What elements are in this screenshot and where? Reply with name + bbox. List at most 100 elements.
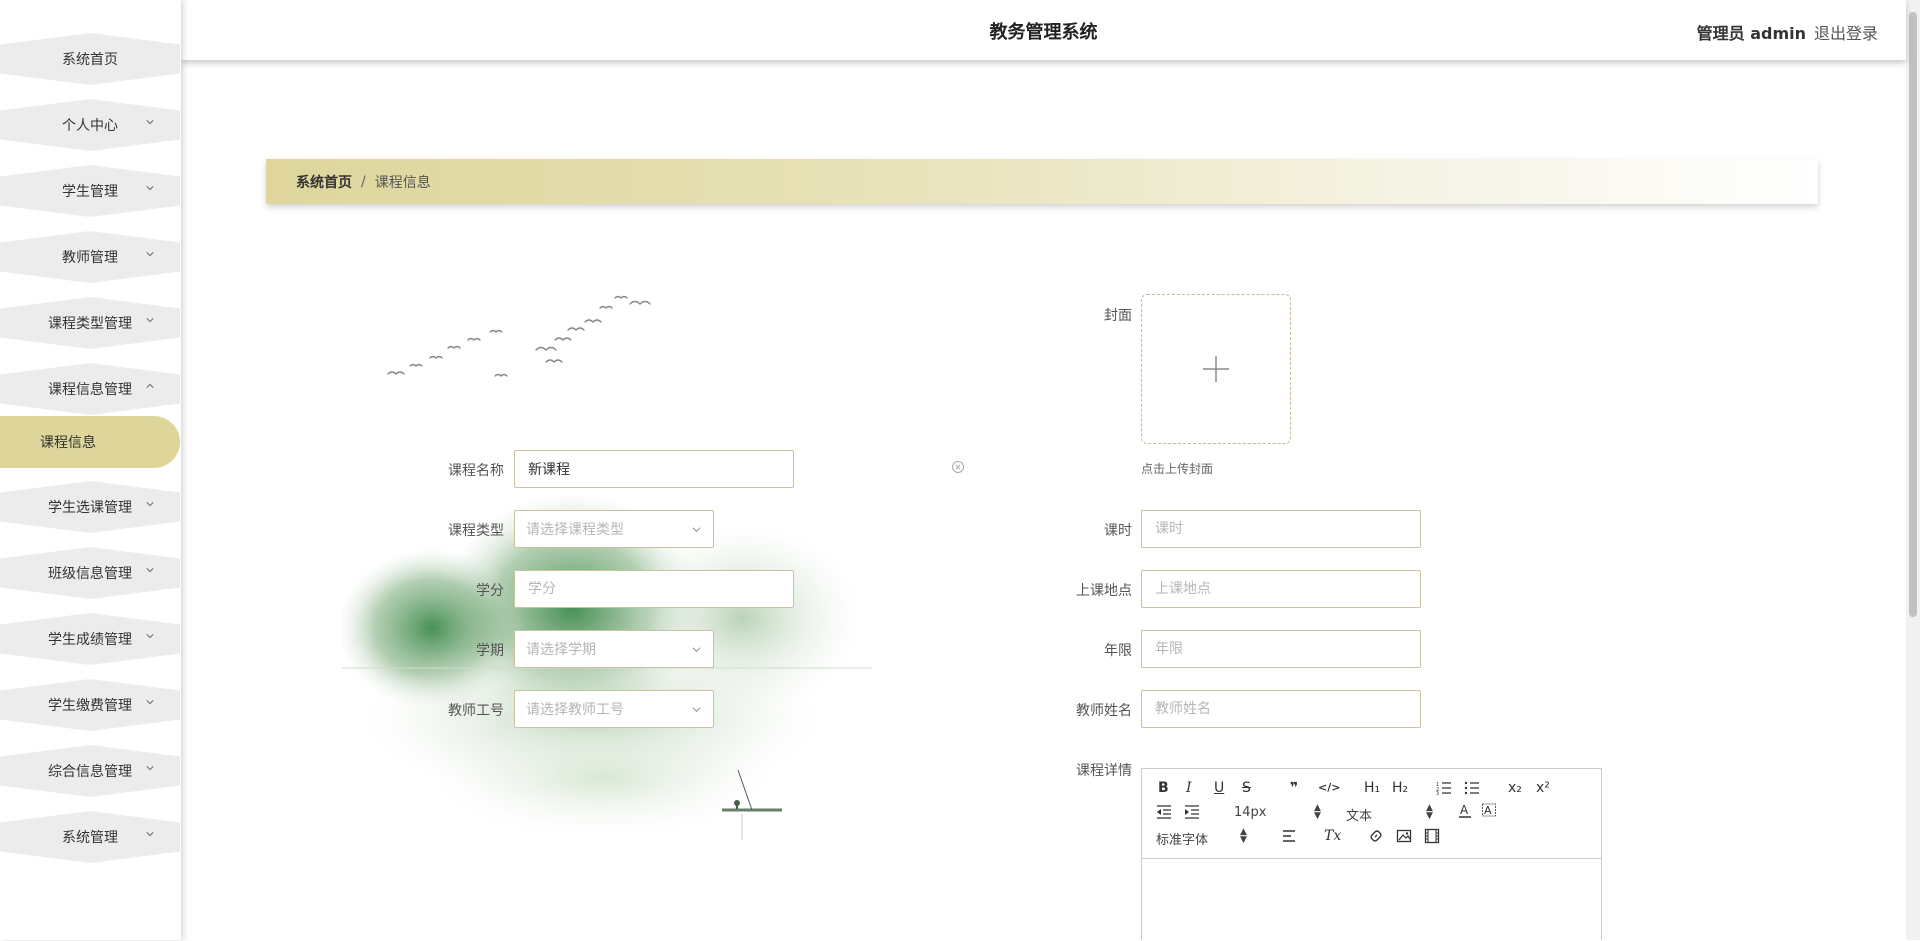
chevron-down-icon [146,502,154,507]
align-icon[interactable] [1282,829,1298,843]
course-name-input[interactable] [514,450,794,488]
chevron-down-icon [146,766,154,771]
font-size-select[interactable]: 14px ▲ ▼ [1234,804,1321,821]
sidebar-item-label: 个人中心 [62,118,118,134]
chevron-down-icon [146,318,154,323]
sidebar-item-payments[interactable]: 学生缴费管理 [0,679,180,731]
chevron-down-icon [146,186,154,191]
font-family-select[interactable]: 标准字体 ▲ ▼ [1156,828,1247,849]
editor-toolbar: B I U S ❞ </> H₁ H₂ 123 x₂ x² 14px ▲ ▼ 文本… [1142,769,1601,859]
sidebar-item-label: 教师管理 [62,250,118,266]
strike-button[interactable]: S [1242,780,1251,796]
link-icon[interactable] [1368,828,1384,844]
cover-label: 封面 [1104,308,1132,324]
app-title: 教务管理系统 [989,22,1098,43]
sidebar-item-home[interactable]: 系统首页 [0,33,180,85]
select-arrows-icon: ▲ ▼ [1426,803,1433,821]
course-type-placeholder: 请选择课程类型 [526,522,624,538]
sidebar-item-class-info[interactable]: 班级信息管理 [0,547,180,599]
sidebar-item-general-info[interactable]: 综合信息管理 [0,745,180,797]
clean-format-button[interactable]: Tx [1324,828,1341,844]
sidebar-item-label: 学生成绩管理 [48,632,132,648]
sidebar: 系统首页 个人中心 学生管理 教师管理 课程类型管理 课程信息管理 课程信息 学… [0,0,181,940]
chevron-down-icon [692,707,701,713]
credit-input[interactable] [514,570,794,608]
chevron-down-icon [146,832,154,837]
sidebar-item-personal-center[interactable]: 个人中心 [0,99,180,151]
ordered-list-icon[interactable]: 123 [1436,781,1452,795]
sidebar-item-label: 课程类型管理 [48,316,132,332]
blockquote-button[interactable]: ❞ [1290,780,1298,796]
image-icon[interactable] [1396,828,1412,844]
sidebar-item-label: 课程信息管理 [48,382,132,398]
submenu-item-course-info[interactable]: 课程信息 [0,416,180,468]
breadcrumb-home[interactable]: 系统首页 [296,172,352,192]
sidebar-item-course-info[interactable]: 课程信息管理 [0,363,180,415]
font-color-icon[interactable]: A [1458,803,1472,819]
hours-input[interactable] [1141,510,1421,548]
svg-text:3: 3 [1436,791,1439,795]
sidebar-item-grades[interactable]: 学生成绩管理 [0,613,180,665]
chevron-down-icon [146,700,154,705]
sidebar-item-students[interactable]: 学生管理 [0,165,180,217]
svg-text:A: A [1460,803,1469,817]
chevron-down-icon [146,634,154,639]
location-label: 上课地点 [1076,583,1132,599]
video-icon[interactable] [1424,828,1440,844]
course-name-label: 课程名称 [448,463,504,479]
indent-icon[interactable] [1184,805,1200,819]
credit-label: 学分 [476,583,504,599]
sidebar-item-system[interactable]: 系统管理 [0,811,180,863]
chevron-down-icon [146,120,154,125]
font-size-value: 14px [1234,805,1267,820]
rich-text-editor: B I U S ❞ </> H₁ H₂ 123 x₂ x² 14px ▲ ▼ 文本… [1141,768,1602,940]
teacher-id-select[interactable]: 请选择教师工号 [514,690,714,728]
sidebar-item-label: 学生选课管理 [48,500,132,516]
sidebar-item-teachers[interactable]: 教师管理 [0,231,180,283]
bullet-list-icon[interactable] [1464,781,1480,795]
header-2-button[interactable]: H₂ [1392,780,1408,796]
sidebar-item-label: 综合信息管理 [48,764,132,780]
course-type-select[interactable]: 请选择课程类型 [514,510,714,548]
font-family-value: 标准字体 [1156,833,1209,848]
clear-icon[interactable] [951,460,965,474]
chevron-up-icon [146,383,154,388]
logout-link[interactable]: 退出登录 [1814,20,1878,44]
page-scrollbar[interactable] [1906,0,1920,940]
block-type-select[interactable]: 文本 ▲ ▼ [1346,804,1433,825]
editor-content-area[interactable] [1142,859,1601,941]
user-info: 管理员 admin [1696,24,1806,43]
location-input[interactable] [1141,570,1421,608]
italic-button[interactable]: I [1186,780,1192,796]
bold-button[interactable]: B [1158,780,1169,796]
superscript-button[interactable]: x² [1536,780,1550,796]
years-input[interactable] [1141,630,1421,668]
sidebar-item-label: 系统首页 [62,52,118,68]
sidebar-item-label: 班级信息管理 [48,566,132,582]
svg-text:A: A [1484,804,1492,817]
code-block-button[interactable]: </> [1318,780,1340,796]
details-label: 课程详情 [1076,763,1132,779]
teacher-name-label: 教师姓名 [1076,703,1132,719]
breadcrumb-separator: / [361,173,366,190]
background-color-icon[interactable]: A [1482,803,1496,819]
block-type-value: 文本 [1346,809,1373,824]
semester-select[interactable]: 请选择学期 [514,630,714,668]
sidebar-item-course-types[interactable]: 课程类型管理 [0,297,180,349]
header-1-button[interactable]: H₁ [1364,780,1380,796]
sidebar-item-course-selection[interactable]: 学生选课管理 [0,481,180,533]
semester-label: 学期 [476,643,504,659]
teacher-name-input[interactable] [1141,690,1421,728]
years-label: 年限 [1104,643,1132,659]
underline-button[interactable]: U [1214,780,1224,796]
submenu-item-label: 课程信息 [40,435,96,451]
cover-upload[interactable] [1141,294,1291,444]
chevron-down-icon [146,252,154,257]
scrollbar-thumb[interactable] [1909,12,1917,617]
course-type-label: 课程类型 [448,523,504,539]
outdent-icon[interactable] [1156,805,1172,819]
subscript-button[interactable]: x₂ [1508,780,1522,796]
sidebar-item-label: 系统管理 [62,830,118,846]
select-arrows-icon: ▲ ▼ [1240,827,1247,845]
birds-decoration [387,295,651,377]
